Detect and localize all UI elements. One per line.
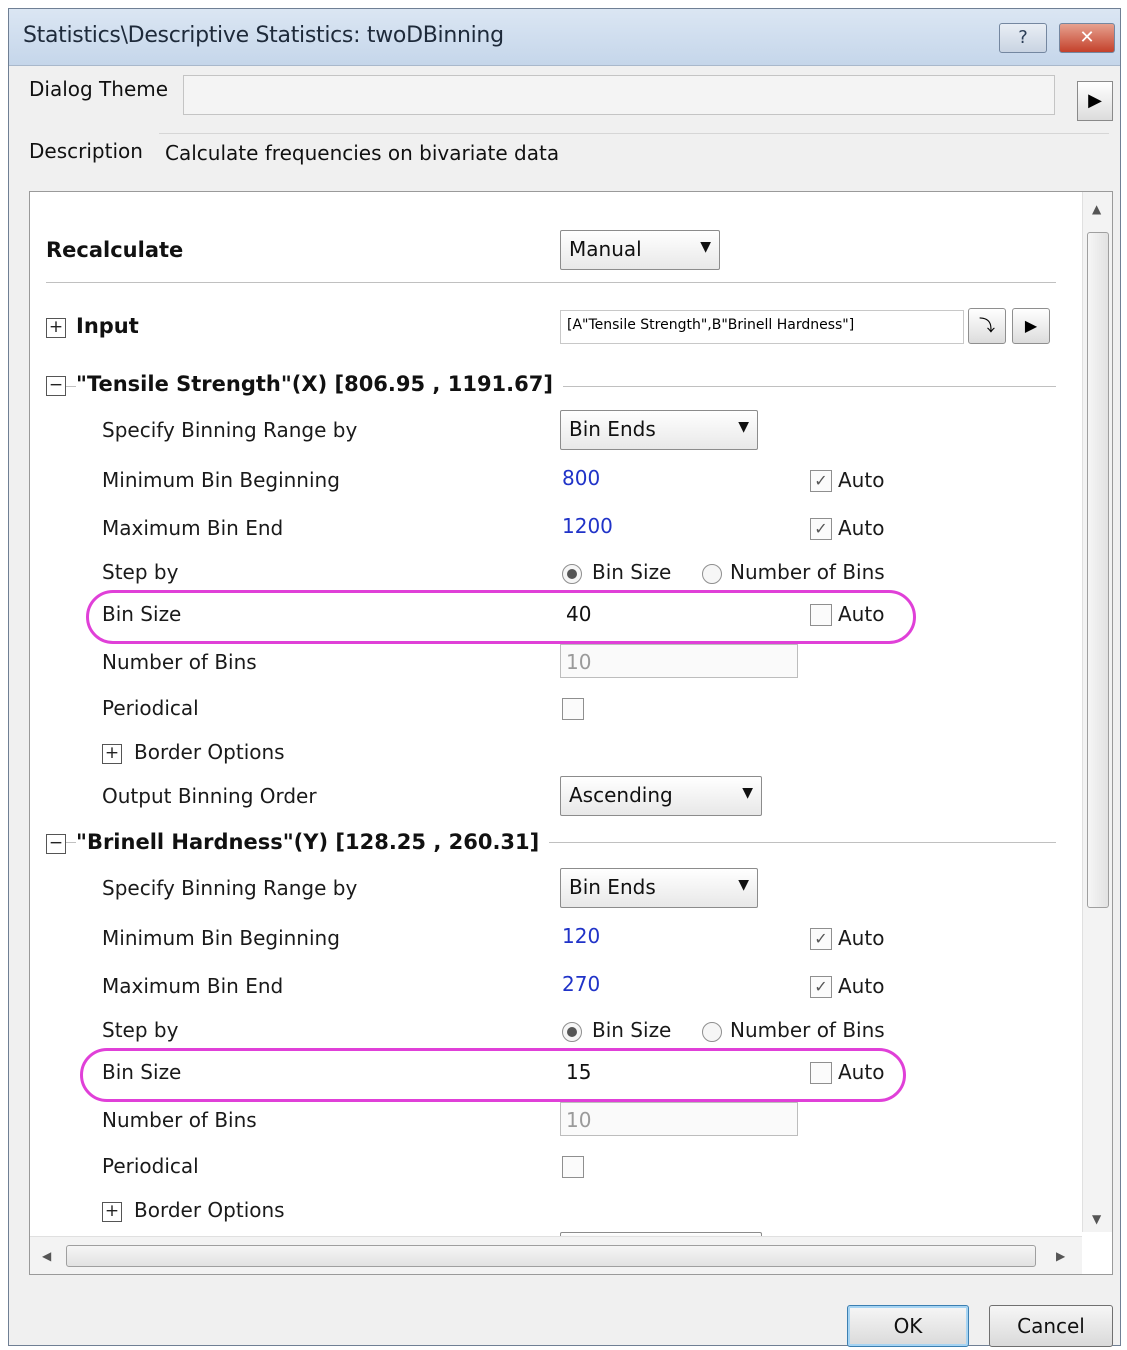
y-min-label: Minimum Bin Beginning [102,926,340,950]
x-specify-label: Specify Binning Range by [102,418,358,442]
y-nbins-field [560,1102,798,1136]
description-divider [159,133,1109,134]
x-binsize-auto-label: Auto [838,602,885,626]
x-max-value[interactable]: 1200 [562,514,613,538]
chevron-down-icon: ▼ [738,419,749,435]
dialog-theme-input[interactable] [183,75,1055,115]
collapse-icon[interactable]: − [46,376,66,396]
y-binsize-label: Bin Size [102,1060,182,1084]
x-border-options-label[interactable]: Border Options [134,740,285,764]
vertical-scroll-thumb[interactable] [1087,232,1109,908]
x-step-nbins-label: Number of Bins [730,560,885,584]
close-button[interactable]: ✕ [1059,23,1115,53]
dialog-theme-label: Dialog Theme [29,77,169,101]
chevron-down-icon: ▼ [742,785,753,801]
x-max-auto-label: Auto [838,516,885,540]
x-section-title: "Tensile Strength"(X) [806.95 , 1191.67] [76,372,563,396]
window-title: Statistics\Descriptive Statistics: twoDB… [23,23,504,48]
x-binsize-value[interactable]: 40 [566,602,591,626]
y-max-auto-checkbox[interactable]: ✓ [810,976,832,998]
title-bar: Statistics\Descriptive Statistics: twoDB… [9,9,1120,66]
x-binsize-highlight [86,590,916,644]
chevron-down-icon: ▼ [700,239,711,255]
x-min-label: Minimum Bin Beginning [102,468,340,492]
y-specify-label: Specify Binning Range by [102,876,358,900]
y-section-title: "Brinell Hardness"(Y) [128.25 , 260.31] [76,830,550,854]
y-min-auto-label: Auto [838,926,885,950]
y-step-binsize-radio[interactable] [562,1022,582,1042]
help-button[interactable]: ? [999,23,1047,53]
y-nbins-label: Number of Bins [102,1108,257,1132]
x-min-value[interactable]: 800 [562,466,600,490]
x-step-nbins-radio[interactable] [702,564,722,584]
y-specify-dropdown[interactable]: Bin Ends ▼ [560,868,758,908]
scroll-down-icon[interactable]: ▼ [1092,1212,1101,1226]
x-min-auto-checkbox[interactable]: ✓ [810,470,832,492]
input-menu-arrow-icon[interactable]: ▶ [1012,308,1050,344]
scroll-right-icon[interactable]: ▶ [1056,1249,1065,1263]
x-order-value: Ascending [569,783,673,807]
y-min-value[interactable]: 120 [562,924,600,948]
y-min-auto-checkbox[interactable]: ✓ [810,928,832,950]
collapse-icon[interactable]: − [46,834,66,854]
y-periodical-checkbox[interactable] [562,1156,584,1178]
x-order-dropdown[interactable]: Ascending ▼ [560,776,762,816]
settings-panel: Recalculate Manual ▼ + Input [A"Tensile … [29,191,1113,1275]
x-specify-value: Bin Ends [569,417,656,441]
chevron-down-icon: ▼ [738,877,749,893]
y-binsize-auto-checkbox[interactable] [810,1062,832,1084]
expand-icon[interactable]: + [46,318,66,338]
recalculate-dropdown[interactable]: Manual ▼ [560,230,720,270]
x-nbins-field [560,644,798,678]
x-binsize-label: Bin Size [102,602,182,626]
y-max-value[interactable]: 270 [562,972,600,996]
input-label: Input [76,314,149,338]
x-step-label: Step by [102,560,179,584]
description-text: Calculate frequencies on bivariate data [165,141,560,165]
input-range-field[interactable]: [A"Tensile Strength",B"Brinell Hardness"… [560,310,964,344]
x-periodical-label: Periodical [102,696,199,720]
y-step-label: Step by [102,1018,179,1042]
x-periodical-checkbox[interactable] [562,698,584,720]
x-step-binsize-label: Bin Size [592,560,672,584]
y-step-binsize-label: Bin Size [592,1018,672,1042]
scroll-up-icon[interactable]: ▲ [1092,202,1101,216]
y-nbins-value: 10 [566,1108,592,1132]
divider [46,282,1056,283]
x-max-label: Maximum Bin End [102,516,284,540]
description-label: Description [29,139,143,163]
ok-button[interactable]: OK [847,1305,969,1347]
theme-menu-arrow-icon[interactable]: ▶ [1077,81,1113,121]
expand-icon[interactable]: + [102,744,122,764]
cancel-button[interactable]: Cancel [989,1305,1113,1347]
scroll-left-icon[interactable]: ◀ [42,1249,51,1263]
y-binsize-value[interactable]: 15 [566,1060,591,1084]
y-border-options-label[interactable]: Border Options [134,1198,285,1222]
recalculate-label: Recalculate [46,238,194,262]
y-specify-value: Bin Ends [569,875,656,899]
dialog-window: Statistics\Descriptive Statistics: twoDB… [8,8,1121,1347]
y-max-auto-label: Auto [838,974,885,998]
y-binsize-highlight [80,1048,906,1102]
x-binsize-auto-checkbox[interactable] [810,604,832,626]
x-nbins-value: 10 [566,650,592,674]
x-specify-dropdown[interactable]: Bin Ends ▼ [560,410,758,450]
x-nbins-label: Number of Bins [102,650,257,674]
y-max-label: Maximum Bin End [102,974,284,998]
vertical-scrollbar[interactable]: ▲ ▼ [1082,192,1112,1232]
x-order-label: Output Binning Order [102,784,317,808]
y-binsize-auto-label: Auto [838,1060,885,1084]
select-range-icon[interactable]: ⤵ [968,308,1006,344]
recalculate-value: Manual [569,237,642,261]
x-max-auto-checkbox[interactable]: ✓ [810,518,832,540]
horizontal-scrollbar[interactable]: ◀ ▶ [30,1236,1082,1274]
y-step-nbins-label: Number of Bins [730,1018,885,1042]
x-step-binsize-radio[interactable] [562,564,582,584]
x-min-auto-label: Auto [838,468,885,492]
expand-icon[interactable]: + [102,1202,122,1222]
horizontal-scroll-thumb[interactable] [66,1245,1036,1267]
y-step-nbins-radio[interactable] [702,1022,722,1042]
y-periodical-label: Periodical [102,1154,199,1178]
